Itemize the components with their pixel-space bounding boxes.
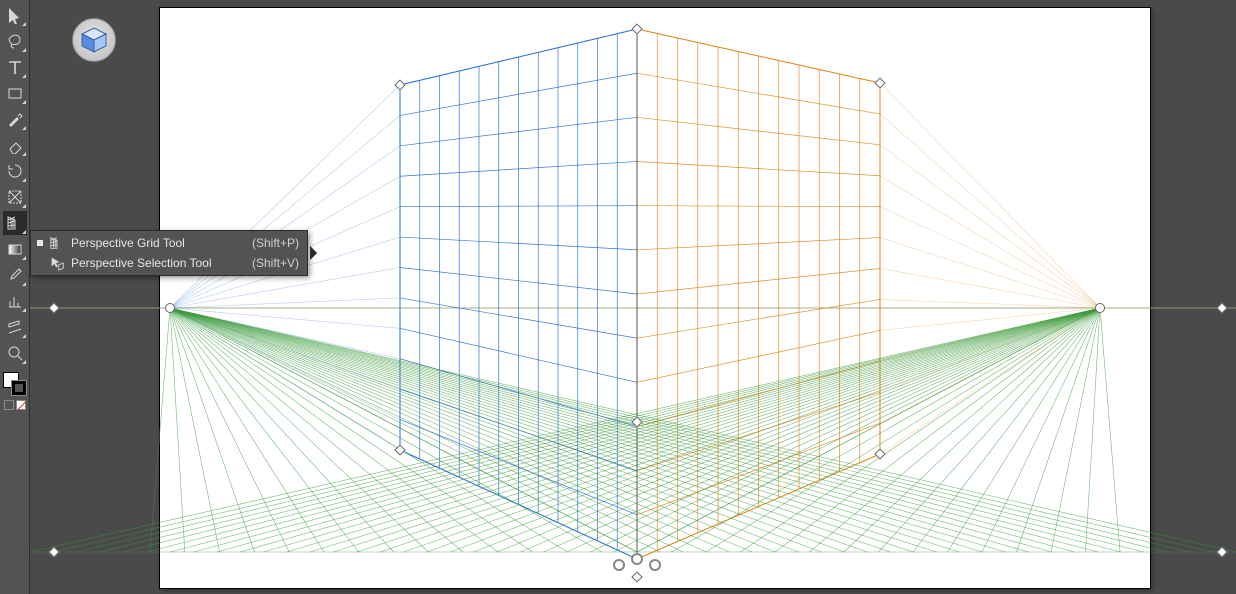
brush-icon <box>6 110 24 128</box>
gradient-tool[interactable] <box>3 237 27 261</box>
perspective-grid-tool[interactable] <box>3 211 27 235</box>
flyout-item-label: Perspective Grid Tool <box>71 236 185 250</box>
arrow-icon <box>6 6 24 24</box>
perspective-grid-tool-item[interactable]: Perspective Grid Tool (Shift+P) <box>31 233 307 253</box>
horizon-right-handle[interactable] <box>1216 302 1227 313</box>
rotate-icon <box>6 162 24 180</box>
selection-tool[interactable] <box>3 3 27 27</box>
perspective-tool-flyout[interactable]: Perspective Grid Tool(Shift+P)Perspectiv… <box>30 230 308 276</box>
app-root: Perspective Grid Tool(Shift+P)Perspectiv… <box>0 0 1236 594</box>
extent-bottom-handle[interactable] <box>631 553 643 565</box>
type-tool[interactable] <box>3 55 27 79</box>
rectangle-tool[interactable] <box>3 81 27 105</box>
cube-icon <box>79 25 109 55</box>
workspace[interactable] <box>30 0 1236 594</box>
eyedrop-icon <box>6 266 24 284</box>
lasso-icon <box>6 32 24 50</box>
color-mode[interactable] <box>4 400 14 410</box>
psel-icon <box>49 255 65 271</box>
artboard[interactable] <box>160 8 1150 588</box>
lasso-tool[interactable] <box>3 29 27 53</box>
plane-switch-widget[interactable] <box>72 18 116 62</box>
graph-icon <box>6 292 24 310</box>
vanishing-point-left[interactable] <box>165 303 175 313</box>
ground-right-handle[interactable] <box>1216 546 1227 557</box>
eraser-icon <box>6 136 24 154</box>
perspective-selection-tool-item[interactable]: Perspective Selection Tool (Shift+V) <box>31 253 307 273</box>
flyout-item-label: Perspective Selection Tool <box>71 256 212 270</box>
rect-icon <box>6 84 24 102</box>
tool-panel <box>0 0 30 594</box>
vanishing-point-right[interactable] <box>1095 303 1105 313</box>
pgrid-icon <box>6 214 24 232</box>
zoom-icon <box>6 344 24 362</box>
selected-indicator <box>37 240 43 246</box>
pgrid-icon <box>49 235 65 251</box>
flyout-item-shortcut: (Shift+V) <box>252 256 299 270</box>
flyout-submenu-arrow <box>311 247 317 259</box>
fill-stroke-swatches[interactable] <box>3 372 27 396</box>
paintbrush-tool[interactable] <box>3 107 27 131</box>
flyout-item-shortcut: (Shift+P) <box>252 236 299 250</box>
stroke-swatch[interactable] <box>11 380 27 396</box>
horizon-left-handle[interactable] <box>48 302 59 313</box>
column-graph-tool[interactable] <box>3 289 27 313</box>
slice-icon <box>6 318 24 336</box>
gradient-icon <box>6 240 24 258</box>
draw-mode-row <box>4 400 26 410</box>
shear-icon <box>6 188 24 206</box>
eraser-tool[interactable] <box>3 133 27 157</box>
rotate-tool[interactable] <box>3 159 27 183</box>
none-mode[interactable] <box>16 400 26 410</box>
eyedropper-tool[interactable] <box>3 263 27 287</box>
slice-tool[interactable] <box>3 315 27 339</box>
ground-left-handle[interactable] <box>48 546 59 557</box>
free-transform-tool[interactable] <box>3 185 27 209</box>
cell-size-right-handle[interactable] <box>649 559 661 571</box>
cell-size-left-handle[interactable] <box>613 559 625 571</box>
zoom-tool[interactable] <box>3 341 27 365</box>
type-icon <box>6 58 24 76</box>
